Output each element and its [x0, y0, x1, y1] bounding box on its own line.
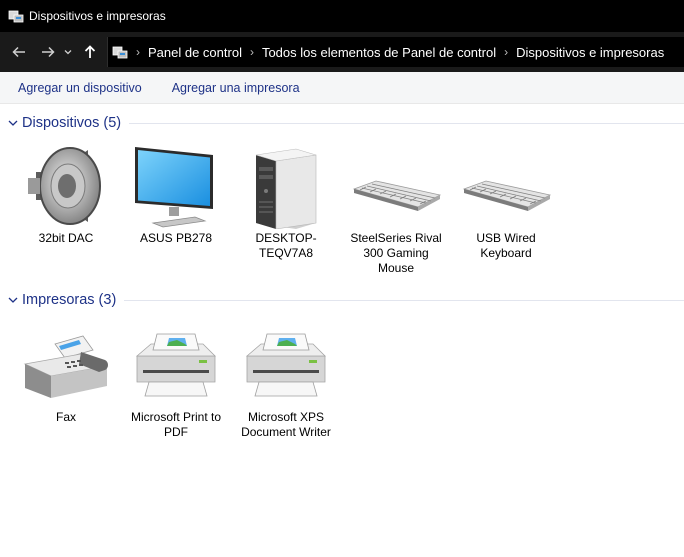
device-label: 32bit DAC — [38, 231, 94, 245]
divider — [129, 122, 684, 124]
command-bar: Agregar un dispositivo Agregar una impre… — [0, 72, 684, 104]
keyboard-icon — [341, 141, 451, 231]
divider — [124, 299, 684, 301]
computer-tower-icon — [231, 141, 341, 231]
breadcrumb-control-panel[interactable]: Panel de control — [148, 45, 242, 60]
breadcrumb-separator[interactable]: › — [250, 45, 254, 59]
add-printer-button[interactable]: Agregar una impresora — [172, 81, 300, 95]
chevron-down-icon — [64, 50, 72, 55]
device-label: SteelSeries Rival 300 Gaming Mouse — [350, 231, 442, 275]
printer-tile[interactable]: Fax — [11, 320, 121, 425]
printer-tile[interactable]: Microsoft Print to PDF — [121, 320, 231, 440]
breadcrumb-devices-printers[interactable]: Dispositivos e impresoras — [516, 45, 664, 60]
group-title: Dispositivos (5) — [22, 115, 122, 131]
device-tile[interactable]: SteelSeries Rival 300 Gaming Mouse — [341, 141, 451, 276]
fax-icon — [11, 320, 121, 410]
device-tile[interactable]: 32bit DAC — [11, 141, 121, 246]
arrow-up-icon — [84, 45, 96, 58]
device-tile[interactable]: DESKTOP-TEQV7A8 — [231, 141, 341, 261]
device-label: DESKTOP-TEQV7A8 — [255, 231, 317, 260]
printer-label: Microsoft XPS Document Writer — [241, 410, 331, 439]
breadcrumb-separator[interactable]: › — [136, 45, 140, 59]
arrow-right-icon — [42, 46, 55, 58]
group-header-devices[interactable]: Dispositivos (5) — [0, 113, 684, 133]
add-device-button[interactable]: Agregar un dispositivo — [18, 81, 142, 95]
title-bar: Dispositivos e impresoras — [0, 0, 684, 32]
device-tile[interactable]: USB Wired Keyboard — [451, 141, 561, 261]
address-bar[interactable]: › Panel de control › Todos los elementos… — [107, 37, 684, 67]
printer-tile[interactable]: Microsoft XPS Document Writer — [231, 320, 341, 440]
window-title: Dispositivos e impresoras — [29, 9, 166, 23]
devices-printers-icon — [8, 10, 24, 23]
device-tile[interactable]: ASUS PB278 — [121, 141, 231, 246]
group-header-printers[interactable]: Impresoras (3) — [0, 290, 684, 310]
printer-label: Microsoft Print to PDF — [130, 410, 222, 439]
monitor-icon — [121, 141, 231, 231]
group-title: Impresoras (3) — [22, 292, 117, 308]
navigation-bar: › Panel de control › Todos los elementos… — [0, 32, 684, 72]
up-button[interactable] — [79, 41, 101, 63]
device-label: ASUS PB278 — [139, 231, 213, 245]
devices-printers-icon — [112, 46, 128, 59]
device-label: USB Wired Keyboard — [476, 231, 536, 260]
printer-icon — [231, 320, 341, 410]
breadcrumb-separator[interactable]: › — [504, 45, 508, 59]
forward-button[interactable] — [37, 41, 59, 63]
arrow-left-icon — [12, 46, 25, 58]
printer-icon — [121, 320, 231, 410]
back-button[interactable] — [8, 41, 30, 63]
printer-label: Fax — [55, 410, 76, 424]
chevron-down-icon — [8, 120, 18, 126]
breadcrumb-all-items[interactable]: Todos los elementos de Panel de control — [262, 45, 496, 60]
recent-locations-button[interactable] — [61, 41, 75, 63]
keyboard-icon — [451, 141, 561, 231]
speaker-icon — [11, 141, 121, 231]
chevron-down-icon — [8, 297, 18, 303]
